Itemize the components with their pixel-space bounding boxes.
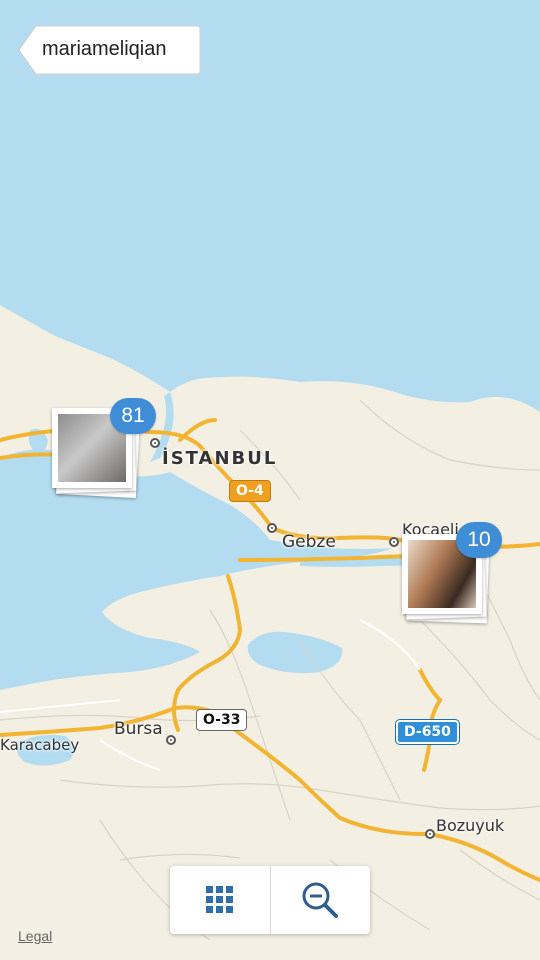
- bozuyuk-dot: [425, 829, 435, 839]
- bursa-dot: [166, 735, 176, 745]
- road-shield-d650: D-650: [396, 720, 459, 744]
- city-label-karacabey: Karacabey: [0, 736, 80, 754]
- zoom-out-icon: [302, 882, 339, 918]
- back-button-label: mariameliqian: [42, 38, 167, 60]
- road-shield-o4: O-4: [229, 480, 271, 502]
- map-toolbar: [170, 866, 370, 934]
- city-label-istanbul: İSTANBUL: [162, 448, 278, 469]
- zoom-out-button[interactable]: [269, 866, 371, 934]
- road-shield-o33: O-33: [196, 709, 248, 731]
- cluster-count-badge: 10: [456, 522, 502, 558]
- grid-icon: [205, 886, 233, 913]
- gebze-dot: [267, 523, 277, 533]
- photo-cluster-81[interactable]: 81: [52, 398, 162, 508]
- kocaeli-dot: [389, 537, 399, 547]
- city-label-bursa: Bursa: [114, 719, 163, 739]
- photo-cluster-10[interactable]: 10: [400, 522, 510, 632]
- city-label-gebze: Gebze: [282, 532, 336, 552]
- cluster-count-badge: 81: [110, 398, 156, 434]
- legal-link[interactable]: Legal: [18, 928, 52, 944]
- back-button[interactable]: mariameliqian: [18, 25, 201, 75]
- grid-view-button[interactable]: [170, 866, 270, 934]
- city-label-bozuyuk: Bozuyuk: [436, 816, 505, 835]
